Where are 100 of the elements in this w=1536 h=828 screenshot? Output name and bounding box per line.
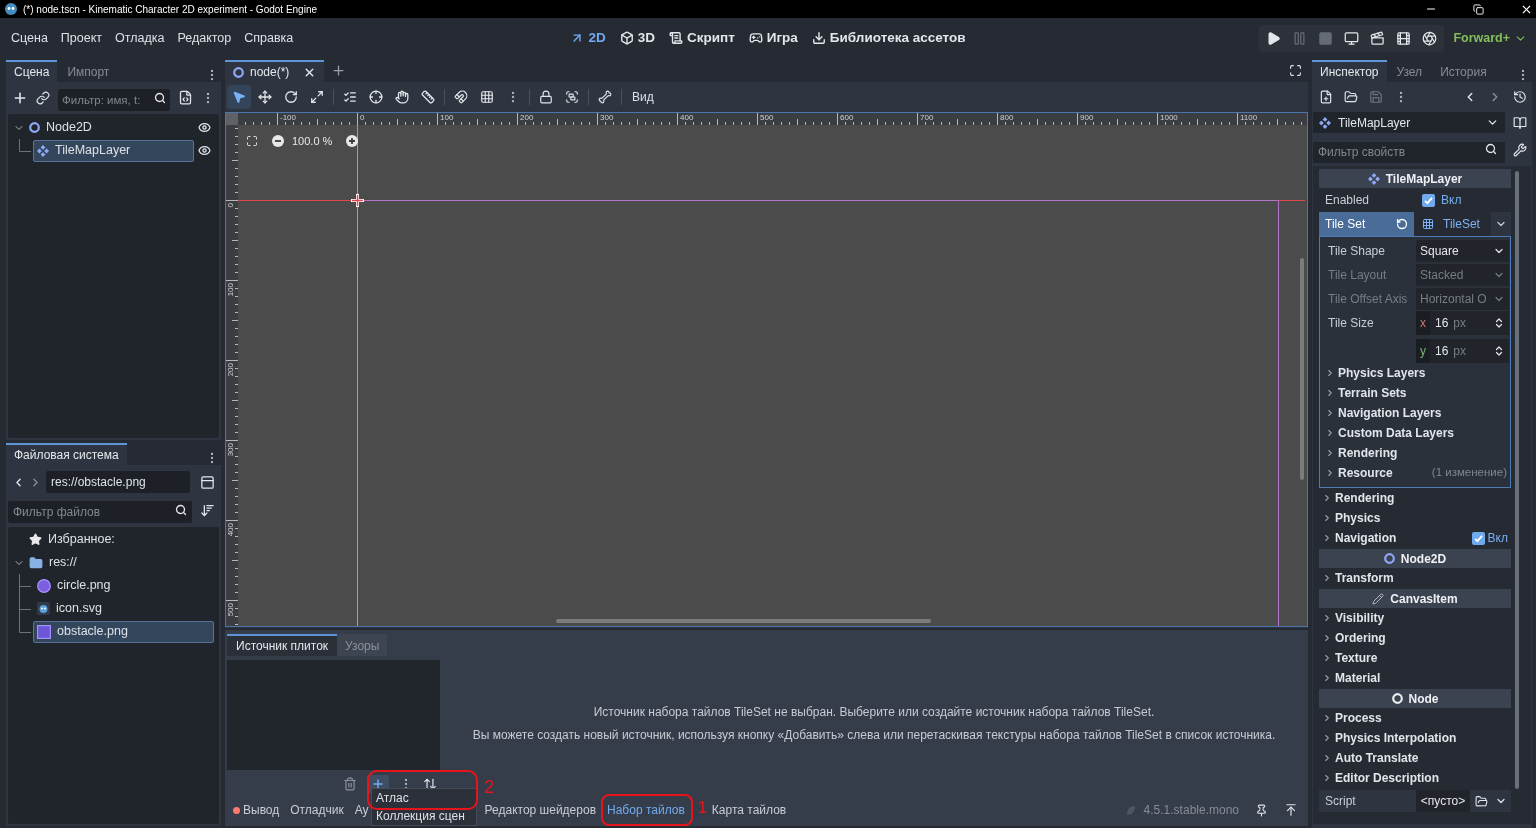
zoom-in-icon[interactable]: [346, 135, 359, 148]
menu-item[interactable]: Атлас: [372, 789, 411, 807]
dropdown-button[interactable]: [1491, 212, 1511, 236]
workspace-tab[interactable]: Скрипт: [668, 27, 735, 49]
pin-icon[interactable]: [1255, 803, 1268, 817]
workspace-tab[interactable]: 2D: [570, 27, 606, 49]
link-icon[interactable]: [36, 90, 50, 105]
menu-item[interactable]: Редактор: [177, 28, 232, 48]
property-group[interactable]: Custom Data Layers: [1325, 424, 1455, 442]
property-group[interactable]: Rendering: [1325, 444, 1398, 462]
property-filter-field[interactable]: Фильтр свойств: [1313, 141, 1505, 163]
magnet-icon[interactable]: [454, 90, 468, 104]
dropdown[interactable]: Square: [1416, 240, 1509, 262]
property-group[interactable]: Transform: [1322, 569, 1394, 587]
restore-icon[interactable]: [1473, 3, 1484, 15]
folder-icon[interactable]: [1475, 794, 1488, 808]
film-icon[interactable]: [1396, 30, 1412, 46]
script-picker[interactable]: <пусто>: [1416, 790, 1470, 812]
bottom-tab[interactable]: Карта тайлов: [711, 801, 787, 819]
property-group[interactable]: Visibility: [1322, 609, 1385, 627]
property-group[interactable]: Editor Description: [1322, 769, 1439, 787]
workspace-tab[interactable]: 3D: [619, 27, 655, 49]
property-group[interactable]: Navigation Layers: [1325, 404, 1442, 422]
fullscreen-icon[interactable]: [1289, 64, 1302, 77]
renderer-dropdown[interactable]: Forward+: [1453, 28, 1527, 48]
property-group[interactable]: Texture: [1322, 649, 1378, 667]
vertical-scrollbar[interactable]: [1300, 258, 1304, 480]
folder-icon[interactable]: [1344, 90, 1358, 104]
horizontal-scrollbar[interactable]: [556, 619, 931, 623]
menu-item[interactable]: Справка: [244, 28, 294, 48]
tree-item[interactable]: Избранное:: [25, 528, 214, 551]
workspace-tab[interactable]: Игра: [748, 27, 798, 49]
zoom-level[interactable]: 100.0 %: [292, 133, 333, 150]
bottom-tab[interactable]: Вывод: [233, 801, 280, 819]
play-icon[interactable]: [1266, 30, 1282, 46]
scene-tab[interactable]: node(*): [225, 60, 325, 82]
number-field[interactable]: x 16 px: [1416, 311, 1509, 335]
property-group[interactable]: Auto Translate: [1322, 749, 1419, 767]
tree-item[interactable]: res://: [25, 551, 214, 574]
property-group[interactable]: Physics Layers: [1325, 364, 1426, 382]
panel-toggle-icon[interactable]: [200, 474, 215, 490]
zoom-out-icon[interactable]: [272, 135, 284, 148]
number-field[interactable]: y 16 px: [1416, 339, 1509, 363]
property-group[interactable]: Terrain Sets: [1325, 384, 1407, 402]
property-header[interactable]: Tile Set: [1319, 212, 1414, 236]
property-group[interactable]: Physics: [1322, 509, 1381, 527]
checkbox-toggle[interactable]: Вкл: [1471, 529, 1508, 547]
trash-icon[interactable]: [343, 777, 357, 791]
grid-icon[interactable]: [480, 90, 494, 104]
property-group[interactable]: Resource: [1325, 464, 1393, 482]
spin-arrows-icon[interactable]: [1493, 317, 1505, 329]
menu-item[interactable]: Проект: [60, 28, 103, 48]
tree-item[interactable]: TileMapLayer: [33, 139, 194, 162]
wrench-icon[interactable]: [1513, 142, 1527, 157]
workspace-tab[interactable]: Библиотека ассетов: [811, 27, 966, 49]
property-group[interactable]: Material: [1322, 669, 1381, 687]
view-menu-button[interactable]: Вид: [626, 85, 660, 109]
checkbox-icon[interactable]: [1471, 531, 1485, 545]
tab[interactable]: Инспектор: [1312, 60, 1387, 82]
tree-item[interactable]: Node2D: [25, 116, 194, 139]
property-group[interactable]: Rendering: [1322, 489, 1395, 507]
tab[interactable]: Источник плиток: [227, 634, 338, 656]
add-tab-icon[interactable]: [331, 63, 347, 78]
viewport-canvas[interactable]: 100.0 %: [238, 125, 1307, 626]
menu-item[interactable]: Коллекция сцен: [372, 807, 467, 825]
book-icon[interactable]: [1513, 115, 1527, 130]
object-selector[interactable]: TileMapLayer: [1313, 112, 1505, 133]
tab[interactable]: Сцена: [6, 60, 58, 82]
tab[interactable]: Файловая система: [6, 443, 127, 465]
property-group[interactable]: Physics Interpolation: [1322, 729, 1457, 747]
sort-icon[interactable]: [423, 777, 437, 791]
save-icon[interactable]: [1369, 90, 1383, 104]
history-icon[interactable]: [1513, 90, 1527, 104]
bottom-tab[interactable]: Ау: [354, 801, 369, 819]
clapperboard-icon[interactable]: [1370, 30, 1386, 46]
tree-item[interactable]: icon.svg: [33, 597, 214, 620]
bone-icon[interactable]: [598, 90, 612, 104]
filter-field[interactable]: Фильтр файлов: [8, 501, 192, 523]
aperture-icon[interactable]: [1422, 30, 1438, 46]
sort-icon[interactable]: [200, 502, 215, 518]
path-field[interactable]: res://obstacle.png: [46, 471, 190, 493]
revert-icon[interactable]: [1396, 218, 1408, 230]
expand-panel-icon[interactable]: [1284, 803, 1298, 817]
menu-item[interactable]: Отладка: [115, 28, 165, 48]
tool-button[interactable]: [227, 85, 251, 109]
new-file-icon[interactable]: [1319, 90, 1333, 104]
tree-item[interactable]: obstacle.png: [33, 620, 214, 643]
group-icon[interactable]: [565, 90, 579, 104]
spin-arrows-icon[interactable]: [1493, 345, 1505, 357]
bottom-tab[interactable]: Редактор шейдеров: [484, 801, 596, 819]
script-add-icon[interactable]: [178, 90, 193, 105]
property-group[interactable]: Navigation: [1322, 529, 1397, 547]
filter-field[interactable]: Фильтр: имя, t:: [58, 88, 170, 111]
scrollbar[interactable]: [1515, 171, 1519, 789]
eye-icon[interactable]: [198, 121, 211, 134]
tree-item[interactable]: circle.png: [33, 574, 214, 597]
property-group[interactable]: Ordering: [1322, 629, 1386, 647]
property-group[interactable]: Process: [1322, 709, 1382, 727]
lock-icon[interactable]: [539, 90, 553, 104]
menu-item[interactable]: Сцена: [11, 28, 48, 48]
